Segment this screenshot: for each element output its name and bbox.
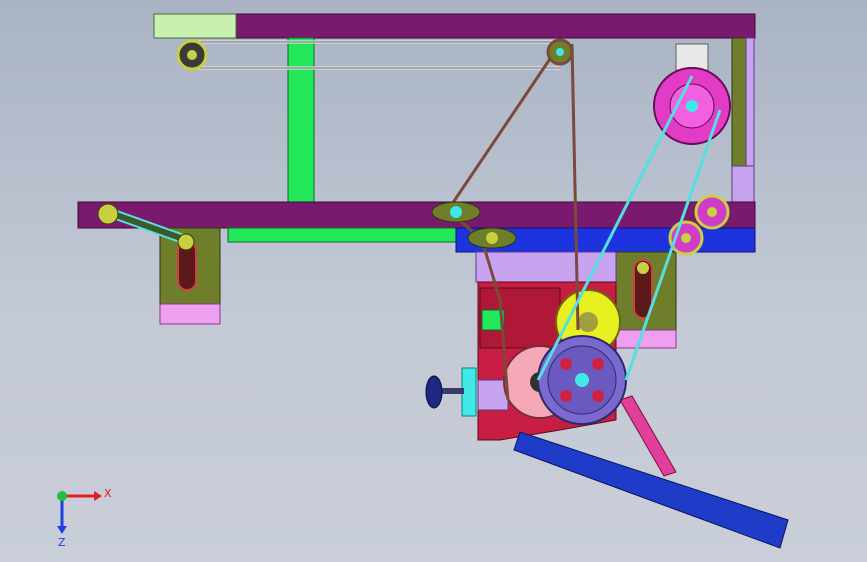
machine-assembly-drawing[interactable]: X Z <box>0 0 867 562</box>
x-axis-label: X <box>104 487 112 500</box>
top-frame-end-pad[interactable] <box>153 13 237 39</box>
top-belt[interactable] <box>190 40 560 70</box>
right-pink-pad[interactable] <box>615 329 677 349</box>
motor-cap[interactable] <box>675 43 709 71</box>
right-column-edge[interactable] <box>745 37 755 167</box>
top-frame-beam[interactable] <box>235 13 756 39</box>
right-column-olive[interactable] <box>731 37 747 167</box>
green-vertical-post[interactable] <box>287 37 315 203</box>
pink-strut[interactable] <box>619 395 677 477</box>
y-axis-dot <box>57 491 67 501</box>
left-pink-pad[interactable] <box>159 303 221 325</box>
left-bearing-mount[interactable] <box>97 203 119 225</box>
cad-viewport[interactable]: X Z <box>0 0 867 562</box>
main-horizontal-beam[interactable] <box>77 201 756 229</box>
right-column-lavender[interactable] <box>731 165 755 203</box>
handwheel[interactable] <box>425 375 443 409</box>
coordinate-triad: X Z <box>57 487 112 549</box>
z-axis-label: Z <box>58 536 66 549</box>
green-lower-rail[interactable] <box>227 227 457 243</box>
cyan-shaft-block[interactable] <box>461 367 477 417</box>
